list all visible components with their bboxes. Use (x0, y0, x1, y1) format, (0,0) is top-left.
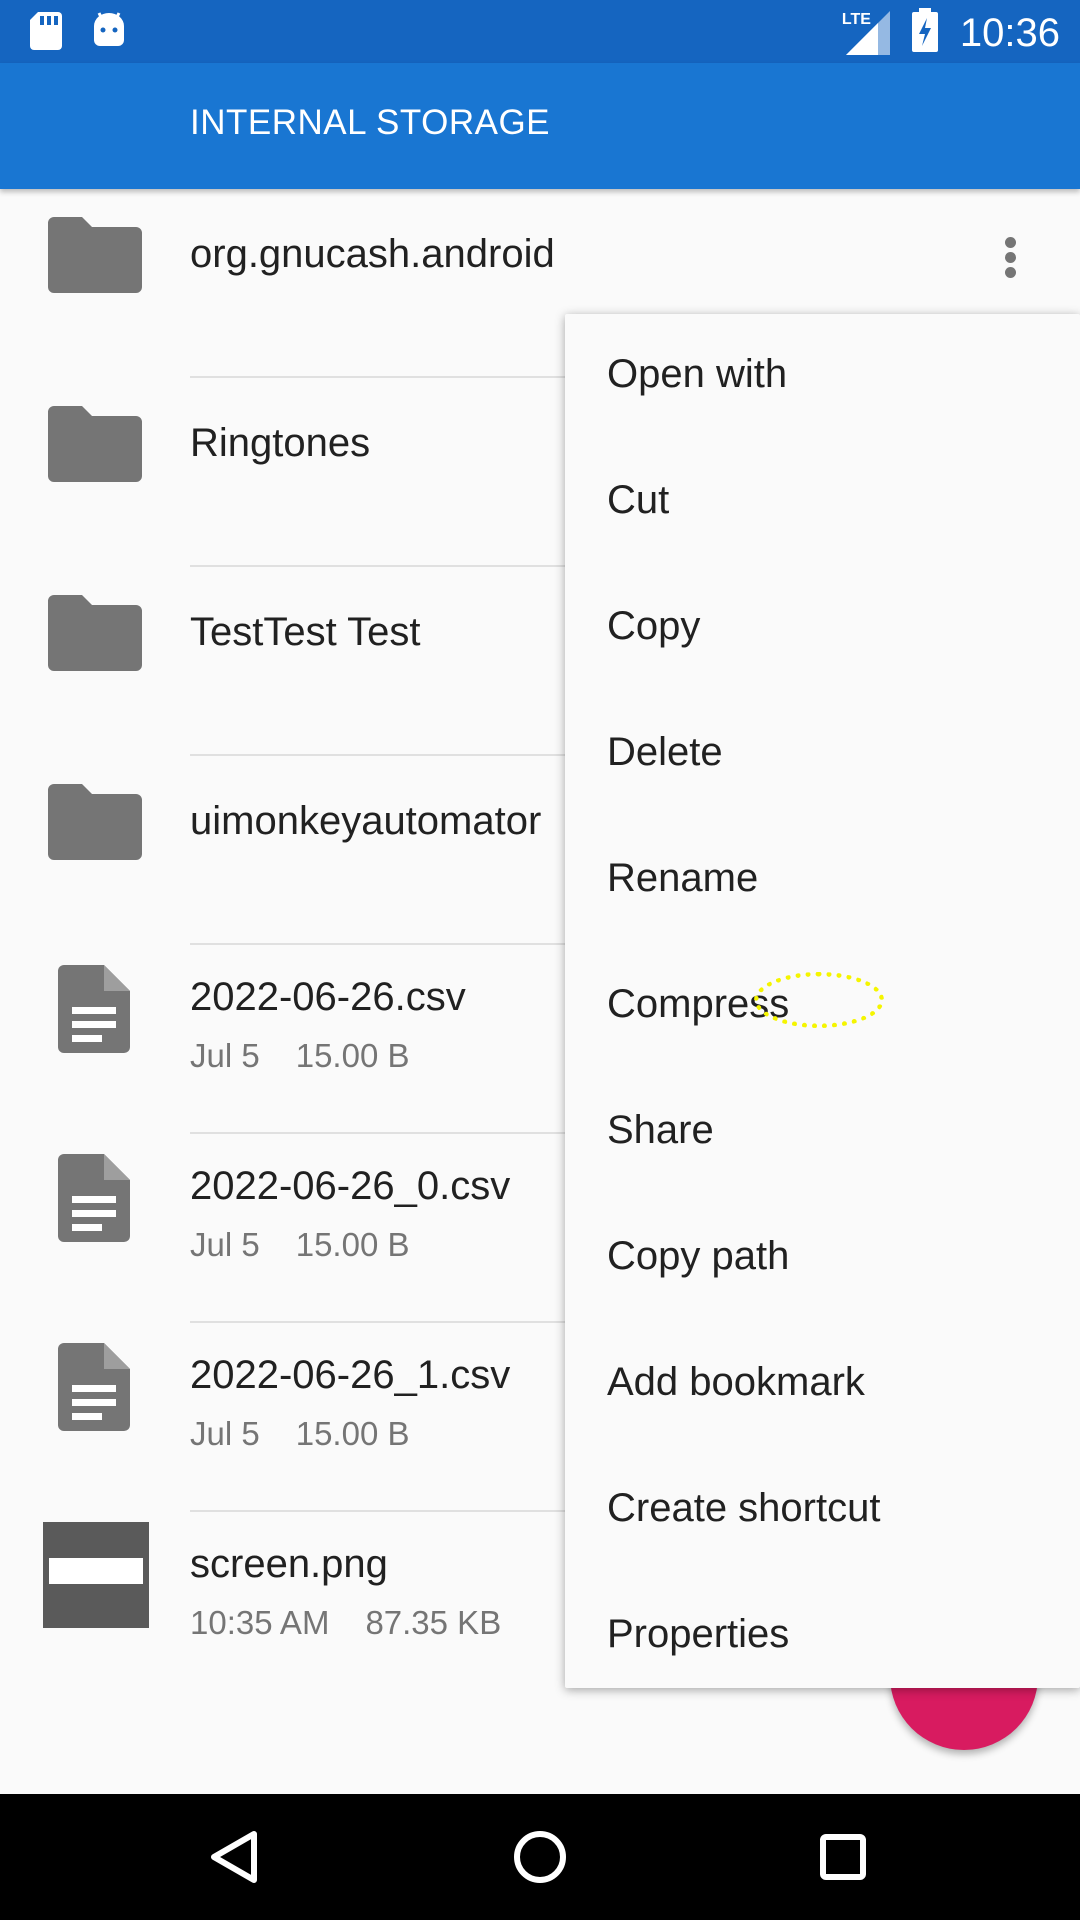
menu-item-add-bookmark[interactable]: Add bookmark (607, 1360, 865, 1405)
file-meta: 10:35 AM 87.35 KB (190, 1604, 501, 1642)
app-bar: INTERNAL STORAGE (0, 63, 1080, 189)
menu-item-copy[interactable]: Copy (607, 604, 700, 649)
touch-indicator (754, 972, 884, 1028)
file-meta: Jul 5 15.00 B (190, 1226, 409, 1264)
sd-card-icon (30, 12, 62, 55)
folder-icon (48, 784, 142, 865)
file-name: 2022-06-26.csv (190, 975, 466, 1019)
image-thumbnail (43, 1522, 149, 1628)
home-icon[interactable] (505, 1822, 575, 1892)
file-meta: Jul 5 15.00 B (190, 1037, 409, 1075)
file-date: Jul 5 (190, 1226, 260, 1263)
file-name: uimonkeyautomator (190, 799, 542, 843)
folder-icon (48, 217, 142, 298)
recents-icon[interactable] (808, 1822, 878, 1892)
lte-label: LTE (841, 10, 871, 28)
navigation-bar (0, 1794, 1080, 1920)
menu-item-cut[interactable]: Cut (607, 478, 669, 523)
menu-item-properties[interactable]: Properties (607, 1612, 789, 1657)
status-bar: LTE 10:36 (0, 0, 1080, 63)
file-meta: Jul 5 15.00 B (190, 1415, 409, 1453)
menu-item-copy-path[interactable]: Copy path (607, 1234, 789, 1279)
file-date: Jul 5 (190, 1037, 260, 1074)
file-size: 15.00 B (295, 1415, 410, 1452)
clock: 10:36 (959, 10, 1060, 55)
page-title: INTERNAL STORAGE (190, 103, 551, 142)
more-options-icon[interactable] (1000, 233, 1020, 283)
file-name: 2022-06-26_0.csv (190, 1164, 511, 1208)
document-icon (58, 1343, 130, 1436)
file-name: 2022-06-26_1.csv (190, 1353, 511, 1397)
menu-item-rename[interactable]: Rename (607, 856, 758, 901)
back-icon[interactable] (200, 1822, 270, 1892)
battery-charging-icon (911, 8, 938, 57)
file-name: Ringtones (190, 421, 371, 465)
file-size: 87.35 KB (365, 1604, 502, 1641)
file-size: 15.00 B (295, 1226, 410, 1263)
menu-item-share[interactable]: Share (607, 1108, 714, 1153)
lte-signal-icon: LTE (841, 10, 890, 55)
file-name: TestTest Test (190, 610, 421, 654)
file-name: org.gnucash.android (190, 232, 555, 276)
document-icon (58, 965, 130, 1058)
file-date: 10:35 AM (190, 1604, 330, 1641)
file-name: screen.png (190, 1542, 388, 1586)
file-date: Jul 5 (190, 1415, 260, 1452)
document-icon (58, 1154, 130, 1247)
file-size: 15.00 B (295, 1037, 410, 1074)
menu-item-delete[interactable]: Delete (607, 730, 723, 775)
menu-item-open-with[interactable]: Open with (607, 352, 787, 397)
folder-icon (48, 406, 142, 487)
menu-item-create-shortcut[interactable]: Create shortcut (607, 1486, 880, 1531)
folder-icon (48, 595, 142, 676)
android-icon (92, 12, 126, 55)
